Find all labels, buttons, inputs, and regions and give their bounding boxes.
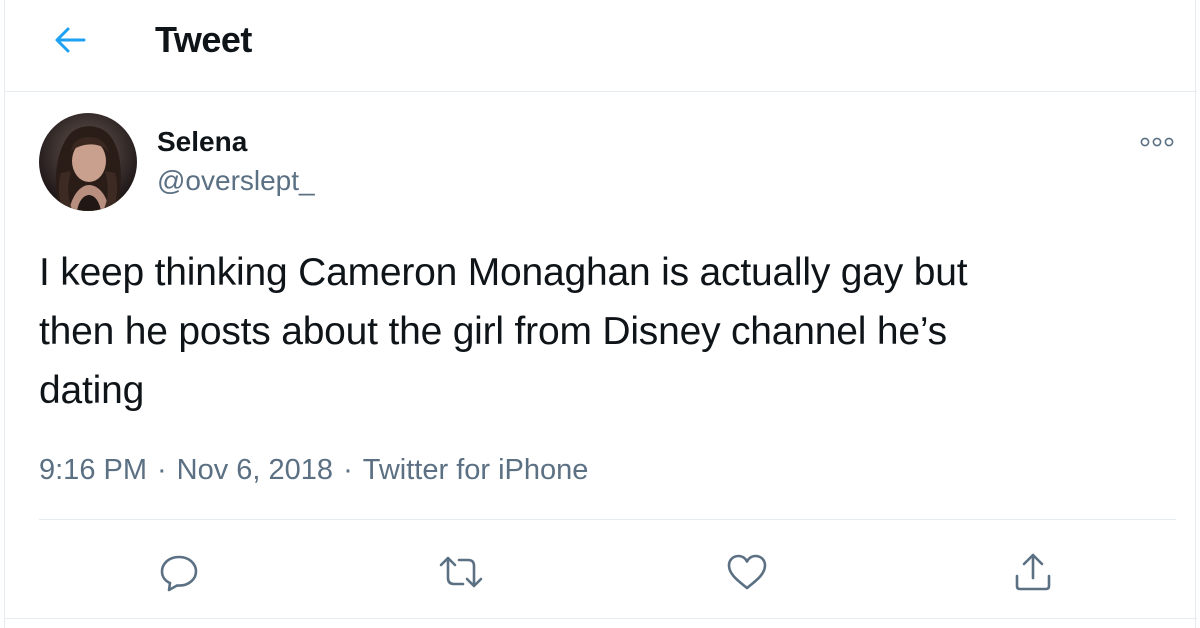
arrow-left-icon (55, 27, 86, 53)
like-button[interactable] (721, 546, 773, 598)
tweet-date[interactable]: Nov 6, 2018 (177, 452, 333, 488)
page-title: Tweet (155, 19, 252, 60)
more-options-button[interactable] (1133, 124, 1181, 160)
share-icon (1015, 553, 1051, 591)
bottom-border (5, 618, 1197, 619)
display-name[interactable]: Selena (157, 126, 247, 158)
divider (39, 519, 1176, 520)
meta-separator: · (343, 454, 353, 486)
user-handle[interactable]: @overslept_ (157, 165, 315, 197)
meta-separator: · (157, 454, 167, 486)
page-header: Tweet (5, 0, 1197, 92)
retweet-icon (439, 556, 483, 588)
profile-photo (39, 113, 137, 211)
tweet-meta: 9:16 PM · Nov 6, 2018 · Twitter for iPho… (39, 452, 588, 488)
more-horizontal-icon (1140, 137, 1174, 147)
tweet-time[interactable]: 9:16 PM (39, 452, 147, 488)
tweet-source[interactable]: Twitter for iPhone (363, 452, 589, 488)
tweet-text: I keep thinking Cameron Monaghan is actu… (39, 251, 968, 412)
reply-icon (160, 555, 198, 592)
retweet-button[interactable] (435, 546, 487, 598)
share-button[interactable] (1007, 546, 1059, 598)
tweet-page: Tweet Selena @overslept_ I keep thinking… (4, 0, 1197, 628)
avatar[interactable] (39, 113, 137, 211)
tweet-actions (5, 540, 1197, 604)
back-button[interactable] (47, 20, 93, 60)
reply-button[interactable] (153, 546, 205, 598)
heart-icon (727, 554, 767, 590)
